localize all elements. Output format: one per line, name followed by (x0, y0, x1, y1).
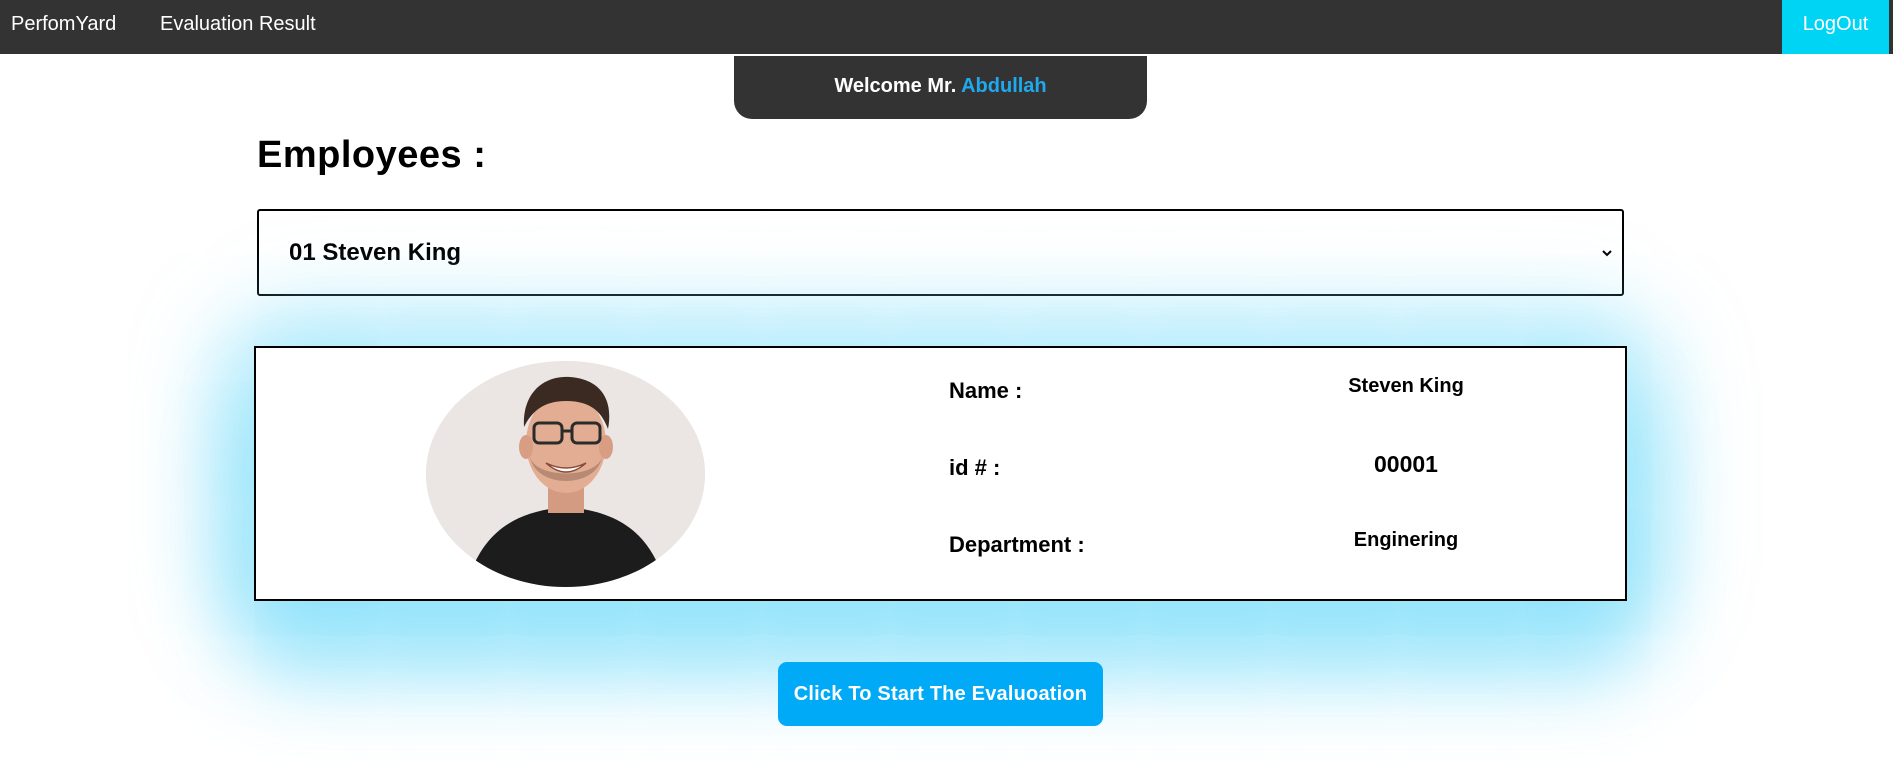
employee-select[interactable]: 01 Steven King (257, 209, 1624, 296)
employee-select-value: 01 Steven King (289, 239, 462, 266)
person-photo-icon (426, 361, 705, 587)
name-label: Name : (949, 378, 1023, 403)
welcome-username: Abdullah (961, 75, 1047, 97)
top-navbar: PerfomYard Evaluation Result LogOut (0, 0, 1893, 54)
welcome-banner: Welcome Mr. Abdullah (734, 56, 1147, 119)
welcome-prefix: Welcome Mr. (834, 75, 957, 97)
page-title: Employees : (257, 134, 487, 176)
start-evaluation-button[interactable]: Click To Start The Evaluoation (778, 662, 1103, 726)
name-value: Steven King (1348, 375, 1464, 397)
id-label: id # : (949, 455, 1001, 480)
logout-button[interactable]: LogOut (1782, 0, 1889, 54)
evaluation-result-link[interactable]: Evaluation Result (160, 0, 316, 54)
id-value: 00001 (1374, 451, 1438, 477)
department-value: Enginering (1353, 529, 1459, 551)
chevron-down-icon (1602, 250, 1612, 257)
employee-photo (426, 361, 705, 587)
employee-card: Name : Steven King id # : 00001 Departme… (254, 346, 1627, 601)
department-label: Department : (949, 532, 1085, 557)
brand-link[interactable]: PerfomYard (11, 0, 116, 54)
